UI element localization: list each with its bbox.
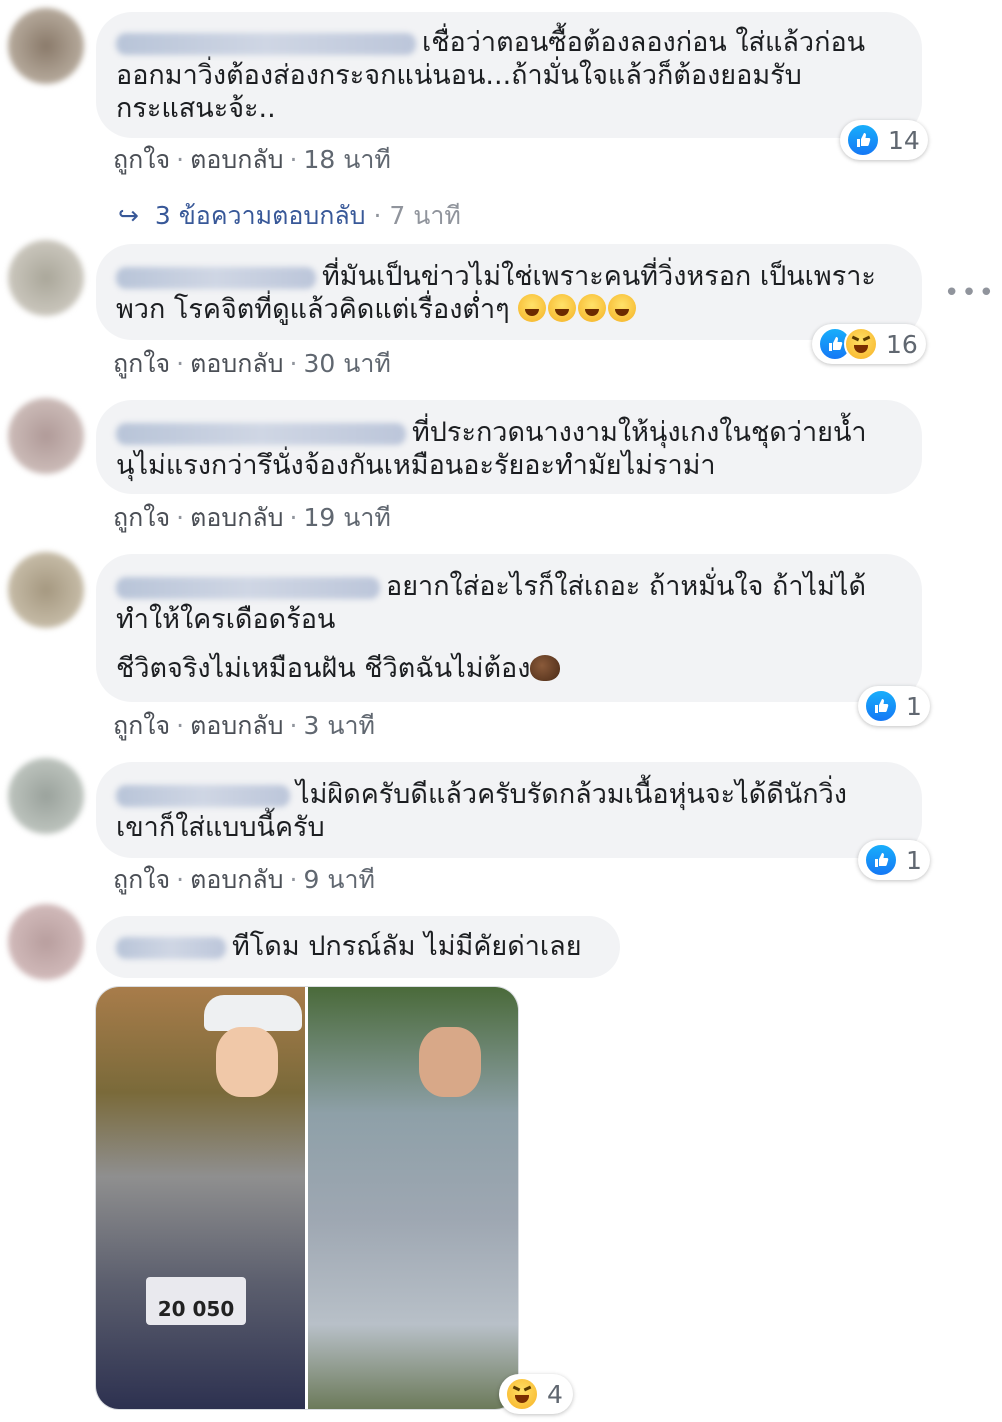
timestamp[interactable]: 9 นาที: [304, 865, 375, 894]
avatar[interactable]: [8, 240, 84, 316]
replies-time: 7 นาที: [389, 201, 461, 230]
comment-actions: ถูกใจ · ตอบกลับ · 30 นาที: [113, 349, 391, 378]
like-link[interactable]: ถูกใจ: [113, 711, 170, 740]
like-icon: [846, 123, 880, 157]
visor-cap: [204, 995, 302, 1031]
comment-text-line: ชีวิตจริงไม่เหมือนฝัน ชีวิตฉันไม่ต้อง: [116, 652, 898, 685]
reply-link[interactable]: ตอบกลับ: [190, 145, 283, 174]
avatar[interactable]: [8, 8, 84, 84]
reaction-count: 4: [547, 1379, 563, 1409]
author-name[interactable]: [116, 422, 406, 445]
like-link[interactable]: ถูกใจ: [113, 349, 170, 378]
reply-link[interactable]: ตอบกลับ: [190, 349, 283, 378]
author-name[interactable]: [116, 32, 416, 55]
reply-link[interactable]: ตอบกลับ: [190, 865, 283, 894]
avatar[interactable]: [8, 398, 84, 474]
avatar[interactable]: [8, 552, 84, 628]
reaction-count: 1: [906, 691, 922, 721]
author-name[interactable]: [116, 784, 290, 807]
avatar[interactable]: [8, 758, 84, 834]
like-icon: [864, 843, 898, 877]
comment-bubble: ไม่ผิดครับดีแล้วครับรัดกล้วมเนื้อหุ่นจะไ…: [96, 762, 922, 858]
reaction-summary[interactable]: 1: [858, 840, 930, 880]
comment-bubble: ที่ประกวดนางงามให้นุ่งเกงในชุดว่ายน้ำ นุ…: [96, 400, 922, 494]
reply-link[interactable]: ตอบกลับ: [190, 503, 283, 532]
comment-bubble: ทีโดม ปกรณ์ลัม ไม่มีคัยด่าเลย: [96, 916, 620, 978]
like-link[interactable]: ถูกใจ: [113, 865, 170, 894]
reply-link[interactable]: ตอบกลับ: [190, 711, 283, 740]
replies-count[interactable]: 3 ข้อความตอบกลับ: [155, 201, 366, 230]
author-name[interactable]: [116, 936, 226, 959]
reaction-summary[interactable]: 16: [812, 324, 926, 364]
photo-right-runner: [308, 987, 518, 1409]
comment-actions: ถูกใจ · ตอบกลับ · 3 นาที: [113, 711, 375, 740]
laugh-emoji: [518, 294, 638, 325]
timestamp[interactable]: 18 นาที: [304, 145, 391, 174]
comment-bubble: อยากใส่อะไรก็ใส่เถอะ ถ้าหมั่นใจ ถ้าไม่ได…: [96, 554, 922, 702]
reply-arrow-icon: ↪: [118, 201, 139, 230]
like-link[interactable]: ถูกใจ: [113, 503, 170, 532]
more-dots-icon[interactable]: •••: [944, 278, 996, 308]
reaction-count: 16: [886, 329, 918, 359]
haha-icon: [844, 327, 878, 361]
runner-face: [419, 1027, 481, 1097]
author-name[interactable]: [116, 266, 316, 289]
like-link[interactable]: ถูกใจ: [113, 145, 170, 174]
reaction-summary[interactable]: 14: [840, 120, 928, 160]
reaction-summary[interactable]: 1: [858, 686, 930, 726]
timestamp[interactable]: 30 นาที: [304, 349, 391, 378]
reaction-summary[interactable]: 4: [499, 1374, 573, 1414]
comment-photo[interactable]: 20 050: [95, 986, 519, 1410]
view-replies-link[interactable]: ↪ 3 ข้อความตอบกลับ · 7 นาที: [118, 196, 461, 236]
reaction-count: 14: [888, 125, 920, 155]
comment-actions: ถูกใจ · ตอบกลับ · 19 นาที: [113, 503, 391, 532]
comment-actions: ถูกใจ · ตอบกลับ · 9 นาที: [113, 865, 375, 894]
timestamp[interactable]: 3 นาที: [304, 711, 375, 740]
reaction-count: 1: [906, 845, 922, 875]
timestamp[interactable]: 19 นาที: [304, 503, 391, 532]
like-icon: [864, 689, 898, 723]
race-bib: 20 050: [146, 1277, 246, 1325]
comment-actions: ถูกใจ · ตอบกลับ · 18 นาที: [113, 145, 391, 174]
haha-icon: [505, 1377, 539, 1411]
author-name[interactable]: [116, 576, 380, 599]
runner-face: [216, 1027, 278, 1097]
comment-text: ทีโดม ปกรณ์ลัม ไม่มีคัยด่าเลย: [232, 931, 582, 962]
chestnut-emoji: [530, 655, 561, 681]
comment-bubble: ที่มันเป็นข่าวไม่ใช่เพราะคนที่วิ่งหรอก เ…: [96, 244, 922, 340]
avatar[interactable]: [8, 904, 84, 980]
comment-bubble: เชื่อว่าตอนซื้อต้องลองก่อน ใส่แล้วก่อน อ…: [96, 12, 922, 138]
